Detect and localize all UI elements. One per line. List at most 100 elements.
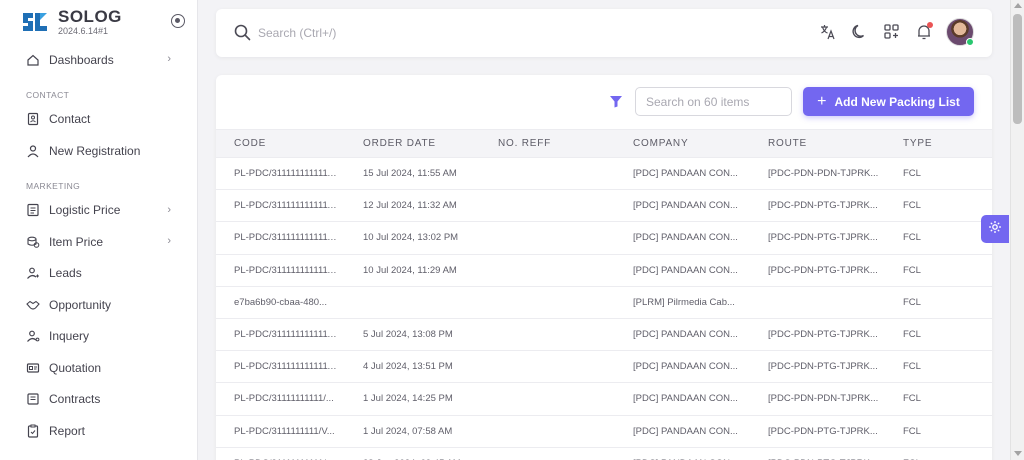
chevron-right-icon: › — [167, 203, 171, 216]
cell-route: [PDC-PDN-PTG-TJPRK... — [750, 254, 885, 287]
home-icon — [26, 53, 40, 67]
table-row[interactable]: e7ba6b90-cbaa-480... [PLRM] Pilrmedia Cab… — [216, 286, 992, 319]
top-navbar — [216, 9, 992, 57]
sidebar-item-label: Opportunity — [49, 297, 112, 312]
sidebar-item-inquery[interactable]: Inquery — [0, 321, 197, 353]
sidebar-section-title: MARKETING — [26, 180, 81, 191]
packing-list-table: CODE ORDER DATE NO. REFF COMPANY ROUTE T… — [216, 129, 992, 460]
add-new-packing-list-button[interactable]: + Add New Packing List — [803, 87, 974, 116]
cell-order-date: 1 Jul 2024, 14:25 PM — [345, 382, 480, 416]
contact-icon — [26, 112, 40, 126]
sidebar-item-label: Logistic Price — [49, 203, 121, 218]
table-row[interactable]: PL-PDC/3111111111111/... 4 Jul 2024, 13:5… — [216, 350, 992, 384]
cell-no-reff — [480, 447, 615, 460]
sidebar-item-contact[interactable]: Contact — [0, 104, 197, 136]
sidebar-item-quotation[interactable]: Quotation — [0, 352, 197, 384]
sidebar-item-item-price[interactable]: Item Price › — [0, 226, 197, 258]
column-header-order-date[interactable]: ORDER DATE — [345, 129, 480, 158]
cell-route — [750, 286, 885, 319]
table-row[interactable]: PL-PDC/31111111111111... 5 Jul 2024, 13:0… — [216, 318, 992, 352]
global-search-input[interactable] — [258, 23, 558, 43]
report-icon — [26, 424, 40, 438]
scroll-up-arrow-icon[interactable] — [1014, 3, 1022, 8]
table-row[interactable]: PL-PDC/31111111111111... 10 Jul 2024, 13:… — [216, 221, 992, 255]
table-body: PL-PDC/31111111111111... 15 Jul 2024, 11:… — [216, 157, 992, 460]
sidebar-section-title: CONTACT — [26, 89, 70, 100]
cell-code: PL-PDC/31111111111111... — [216, 318, 345, 352]
plus-icon: + — [817, 92, 827, 110]
cell-no-reff — [480, 189, 615, 223]
column-header-no-reff[interactable]: NO. REFF — [480, 129, 615, 158]
cell-type: FCL — [885, 221, 992, 255]
sidebar-item-label: Inquery — [49, 329, 90, 344]
sidebar-item-label: Report — [49, 423, 86, 438]
cell-route: [PDC-PDN-PTG-TJPRK... — [750, 221, 885, 255]
handshake-icon — [26, 298, 40, 312]
table-row[interactable]: PL-PDC/3111111111/V... 1 Jul 2024, 07:58 … — [216, 415, 992, 448]
online-status-dot — [966, 38, 974, 46]
column-header-company[interactable]: COMPANY — [615, 129, 750, 158]
cell-order-date: 10 Jul 2024, 13:02 PM — [345, 221, 480, 255]
cell-company: [PDC] PANDAAN CON... — [615, 350, 750, 384]
dark-mode-moon-icon[interactable] — [850, 22, 870, 42]
add-button-label: Add New Packing List — [834, 94, 960, 109]
cell-order-date — [345, 286, 480, 319]
cell-no-reff — [480, 221, 615, 255]
sidebar-item-contracts[interactable]: Contracts — [0, 384, 197, 416]
column-header-type[interactable]: TYPE — [885, 129, 992, 158]
cell-company: [PDC] PANDAAN CON... — [615, 221, 750, 255]
cell-type: FCL — [885, 350, 992, 384]
cell-no-reff — [480, 350, 615, 384]
sidebar-item-new-registration[interactable]: New Registration — [0, 135, 197, 167]
sidebar-item-logistic-price[interactable]: Logistic Price › — [0, 195, 197, 227]
filter-icon[interactable] — [609, 95, 623, 113]
user-avatar[interactable] — [946, 18, 974, 46]
user-icon — [26, 144, 40, 158]
search-icon[interactable] — [234, 24, 251, 46]
cell-no-reff — [480, 254, 615, 287]
cell-order-date: 4 Jul 2024, 13:51 PM — [345, 350, 480, 384]
table-row[interactable]: PL-PDC/31111111111111... 12 Jul 2024, 11:… — [216, 189, 992, 223]
cell-code: PL-PDC/31111111111111... — [216, 254, 345, 287]
brand[interactable]: SOLOG 2024.6.14#1 — [0, 0, 197, 44]
sidebar-item-dashboards[interactable]: Dashboards › — [0, 44, 197, 76]
cell-code: PL-PDC/31111111111/V... — [216, 447, 345, 460]
notification-bell-icon[interactable] — [914, 22, 934, 42]
cell-order-date: 1 Jul 2024, 07:58 AM — [345, 415, 480, 448]
cell-route: [PDC-PDN-PTG-TJPRK... — [750, 189, 885, 223]
sidebar-item-label: Contracts — [49, 392, 101, 407]
shortcuts-grid-icon[interactable] — [882, 22, 902, 42]
theme-customizer-button[interactable] — [981, 215, 1009, 243]
cell-no-reff — [480, 382, 615, 416]
translate-icon[interactable] — [818, 22, 838, 42]
cell-company: [PDC] PANDAAN CON... — [615, 447, 750, 460]
table-row[interactable]: PL-PDC/31111111111111... 10 Jul 2024, 11:… — [216, 254, 992, 287]
column-header-code[interactable]: CODE — [216, 129, 345, 158]
table-search-input[interactable] — [635, 87, 792, 116]
table-row[interactable]: PL-PDC/31111111111/V...28 Jun 2024, 09:4… — [216, 447, 992, 460]
cell-order-date: 12 Jul 2024, 11:32 AM — [345, 189, 480, 223]
contract-icon — [26, 392, 40, 406]
cell-type: FCL — [885, 318, 992, 352]
cell-route: [PDC-PDN-PTG-TJPRK... — [750, 415, 885, 448]
scroll-down-arrow-icon[interactable] — [1014, 451, 1022, 456]
sidebar-item-leads[interactable]: Leads — [0, 258, 197, 290]
sidebar-item-report[interactable]: Report — [0, 415, 197, 447]
cell-company: [PDC] PANDAAN CON... — [615, 189, 750, 223]
cell-no-reff — [480, 318, 615, 352]
brand-name: SOLOG — [58, 6, 122, 26]
sidebar-item-opportunity[interactable]: Opportunity — [0, 289, 197, 321]
cell-route: [PDC-PDN-PDN-TJPRK... — [750, 382, 885, 416]
scrollbar-thumb[interactable] — [1013, 14, 1022, 124]
table-row[interactable]: PL-PDC/31111111111111... 15 Jul 2024, 11:… — [216, 157, 992, 191]
column-header-route[interactable]: ROUTE — [750, 129, 885, 158]
collapse-sidebar-icon[interactable] — [171, 14, 185, 28]
cell-company: [PDC] PANDAAN CON... — [615, 415, 750, 448]
coins-icon — [26, 235, 40, 249]
cell-type: FCL — [885, 447, 992, 460]
page-scrollbar[interactable] — [1010, 0, 1024, 460]
sl-logo-icon — [20, 7, 50, 37]
table-row[interactable]: PL-PDC/31111111111/... 1 Jul 2024, 14:25 … — [216, 382, 992, 416]
card-icon — [26, 361, 40, 375]
cell-code: PL-PDC/31111111111111... — [216, 157, 345, 191]
